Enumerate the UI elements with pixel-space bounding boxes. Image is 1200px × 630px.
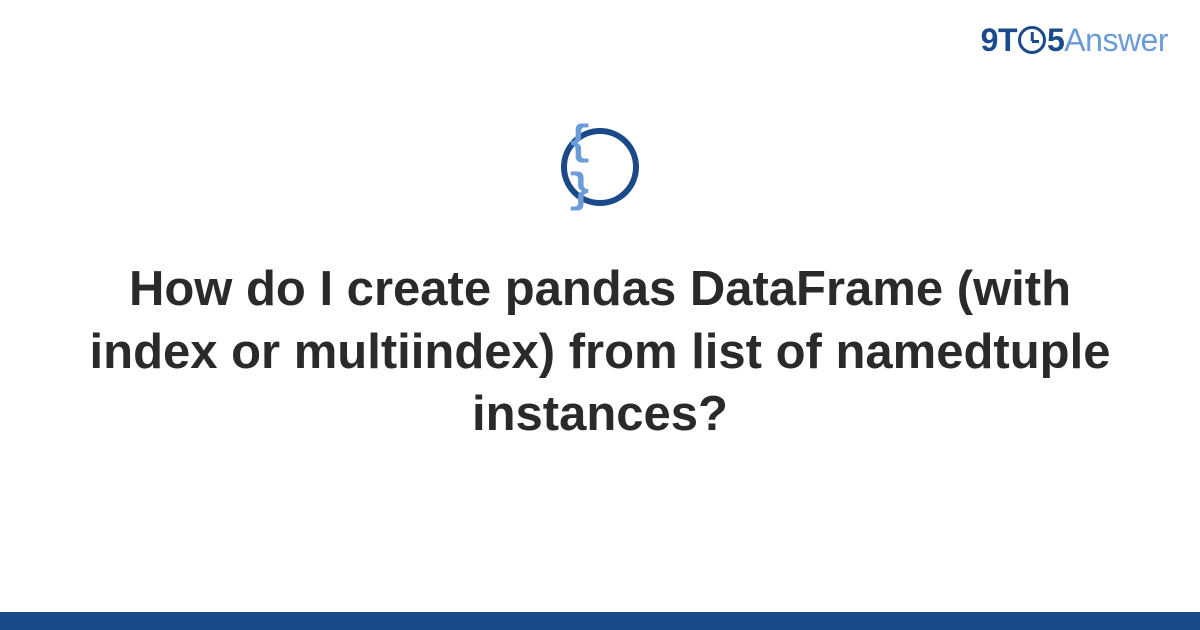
brand-text-9t: 9T <box>981 22 1017 58</box>
footer-accent-bar <box>0 612 1200 630</box>
brand-logo: 9T 5Answer <box>981 22 1168 59</box>
brand-text-answer: Answer <box>1064 22 1168 58</box>
main-content: { } How do I create pandas DataFrame (wi… <box>0 128 1200 446</box>
code-braces-icon: { } <box>561 128 639 206</box>
brand-text-5: 5 <box>1047 22 1064 58</box>
question-title: How do I create pandas DataFrame (with i… <box>70 258 1130 446</box>
braces-glyph: { } <box>567 119 633 215</box>
clock-icon <box>1018 26 1046 54</box>
